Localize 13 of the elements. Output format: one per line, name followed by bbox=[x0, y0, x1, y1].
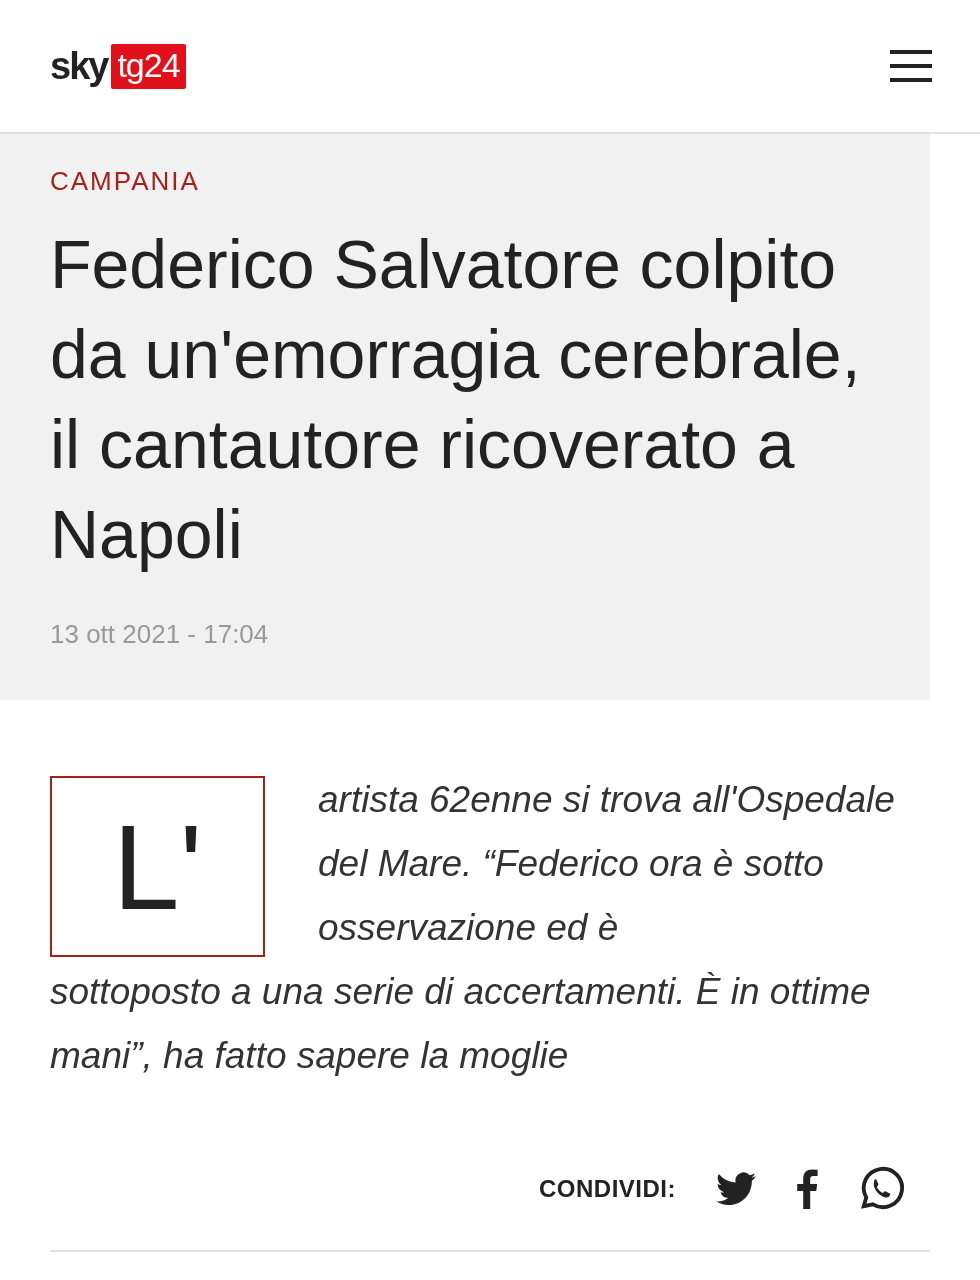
menu-icon[interactable] bbox=[890, 48, 932, 84]
category-label[interactable]: CAMPANIA bbox=[50, 166, 880, 197]
facebook-icon[interactable] bbox=[796, 1169, 818, 1209]
whatsapp-icon[interactable] bbox=[858, 1166, 904, 1212]
logo-wordmark[interactable]: sky bbox=[50, 44, 108, 88]
article-title: Federico Salvatore colpito da un'emorragia cerebrale, il cantautore ricoverato a Napoli bbox=[50, 225, 862, 574]
share-label: CONDIVIDI: bbox=[539, 1175, 676, 1203]
publish-date: 13 ott 2021 - 17:04 bbox=[50, 619, 270, 650]
logo-badge[interactable]: tg24 bbox=[111, 43, 186, 89]
drop-cap: L' bbox=[50, 776, 265, 957]
article-body: sottoposto a una serie di accertamenti. È in ottime mani”, ha fatto sapere la moglie bbox=[50, 970, 872, 1078]
article-body: artista 62enne si trova all'Ospedale del Mare. “Federico ora è sotto osservazione ed è bbox=[318, 778, 896, 950]
bird-icon[interactable] bbox=[716, 1172, 756, 1206]
